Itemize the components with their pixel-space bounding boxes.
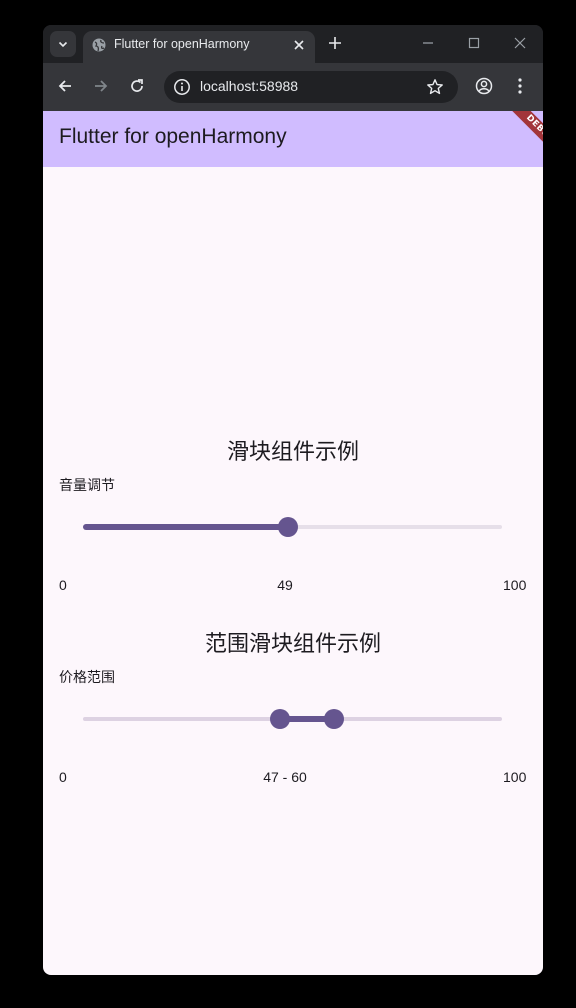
tab-strip: Flutter for openHarmony: [43, 25, 543, 63]
profile-button[interactable]: [473, 75, 495, 97]
range-section-title: 范围滑块组件示例: [204, 632, 381, 657]
maximize-button[interactable]: [462, 33, 486, 53]
volume-slider-active-track: [83, 524, 289, 530]
star-icon[interactable]: [426, 78, 444, 96]
price-max-label: 100: [503, 769, 527, 785]
volume-slider-thumb[interactable]: [278, 517, 299, 537]
app-viewport: Flutter for openHarmony DEBUG 滑块组件示例 音量调…: [43, 111, 543, 975]
tab-title: Flutter for openHarmony: [114, 37, 250, 51]
close-icon: [294, 40, 304, 50]
reload-icon: [131, 79, 143, 92]
kebab-menu-icon: [518, 78, 522, 94]
price-range-end-thumb[interactable]: [324, 709, 345, 729]
globe-icon: [92, 38, 106, 52]
volume-value-label: 49: [277, 577, 293, 593]
browser-menu-button[interactable]: [509, 75, 531, 97]
new-tab-button[interactable]: [325, 33, 345, 53]
back-button[interactable]: [54, 75, 76, 97]
minimize-button[interactable]: [416, 33, 440, 53]
plus-icon: [329, 37, 341, 49]
browser-toolbar: localhost:58988: [43, 63, 543, 111]
maximize-icon: [468, 37, 480, 49]
chevron-down-icon: [58, 41, 68, 48]
slider-section-title: 滑块组件示例: [226, 440, 359, 465]
window-close-icon: [514, 37, 526, 49]
arrow-left-icon: [58, 80, 71, 92]
volume-max-label: 100: [503, 577, 527, 593]
tab-search-button[interactable]: [50, 31, 76, 57]
price-range-label: 价格范围: [59, 670, 115, 686]
minimize-icon: [423, 42, 433, 44]
account-icon: [475, 77, 493, 95]
window-close-button[interactable]: [508, 33, 532, 53]
info-icon[interactable]: [173, 78, 191, 96]
url-text[interactable]: localhost:58988: [200, 78, 298, 94]
tab-close-button[interactable]: [290, 36, 308, 54]
browser-window: Flutter for openHarmony localhost:58988 …: [43, 25, 543, 975]
volume-label: 音量调节: [59, 478, 115, 494]
app-title: Flutter for openHarmony: [59, 125, 287, 148]
address-bar[interactable]: localhost:58988: [164, 71, 458, 103]
browser-tab[interactable]: Flutter for openHarmony: [83, 31, 315, 63]
forward-button[interactable]: [90, 75, 112, 97]
reload-button[interactable]: [126, 75, 148, 97]
app-bar: Flutter for openHarmony: [43, 111, 543, 167]
arrow-right-icon: [95, 80, 108, 92]
price-range-value-label: 47 - 60: [263, 769, 307, 785]
price-range-start-thumb[interactable]: [269, 709, 290, 729]
